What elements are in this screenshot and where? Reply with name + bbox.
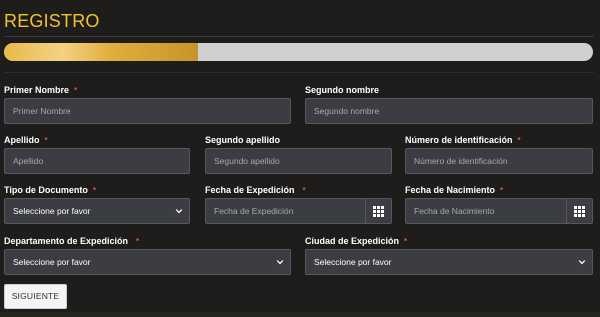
fecha-expedicion-calendar-button[interactable] [365,199,391,223]
required-marker: * [136,237,140,246]
fecha-nacimiento-calendar-button[interactable] [566,199,592,223]
bottom-edge [0,312,600,317]
label-numero-identificacion: Número de identificación * [405,135,521,145]
required-marker: * [92,186,96,195]
progress-fill [4,43,199,61]
section-divider [4,72,594,73]
progress-bar [4,43,593,61]
siguiente-button[interactable]: SIGUIENTE [4,284,67,309]
ciudad-expedicion-select[interactable]: Seleccione por favor [305,249,593,275]
calendar-icon [373,205,384,217]
chevron-down-icon [175,209,183,214]
label-segundo-apellido: Segundo apellido [205,135,281,145]
label-fecha-expedicion: Fecha de Expedición * [205,185,306,195]
field-numero-identificacion: Número de identificación * Número de iden… [405,134,593,174]
segundo-apellido-input[interactable]: Segundo apellido [205,148,392,174]
required-marker: * [517,136,521,145]
label-departamento-expedicion: Departamento de Expedición * [4,236,140,246]
label-tipo-documento: Tipo de Documento * [4,185,96,195]
tipo-documento-select[interactable]: Seleccione por favor [4,198,190,224]
chevron-down-icon [578,260,586,265]
required-marker: * [44,136,48,145]
label-segundo-nombre: Segundo nombre [305,85,379,95]
apellido-input[interactable]: Apellido [4,148,190,174]
label-fecha-nacimiento: Fecha de Nacimiento * [405,185,504,195]
required-marker: * [404,237,408,246]
required-marker: * [500,186,504,195]
departamento-expedicion-select[interactable]: Seleccione por favor [4,249,291,275]
label-apellido: Apellido * [4,135,48,145]
field-primer-nombre: Primer Nombre * Primer Nombre [4,84,291,124]
field-segundo-nombre: Segundo nombre Segundo nombre [305,84,593,124]
field-tipo-documento: Tipo de Documento * Seleccione por favor [4,184,190,224]
field-fecha-expedicion: Fecha de Expedición * Fecha de Expedición [205,184,392,224]
field-fecha-nacimiento: Fecha de Nacimiento * Fecha de Nacimiento [405,184,593,224]
segundo-nombre-input[interactable]: Segundo nombre [305,98,593,124]
label-ciudad-expedicion: Ciudad de Expedición * [305,236,408,246]
fecha-expedicion-input[interactable]: Fecha de Expedición [205,198,392,224]
required-marker: * [74,86,78,95]
calendar-icon [574,205,585,217]
field-segundo-apellido: Segundo apellido Segundo apellido [205,134,392,174]
numero-identificacion-input[interactable]: Número de identificación [405,148,593,174]
form-header: REGISTRO [4,10,594,37]
field-departamento-expedicion: Departamento de Expedición * Seleccione p… [4,235,291,275]
page-title: REGISTRO [4,11,100,31]
fecha-nacimiento-input[interactable]: Fecha de Nacimiento [405,198,593,224]
required-marker: * [302,186,306,195]
primer-nombre-input[interactable]: Primer Nombre [4,98,291,124]
header-divider [4,36,594,37]
chevron-down-icon [276,260,284,265]
label-primer-nombre: Primer Nombre * [4,85,78,95]
field-apellido: Apellido * Apellido [4,134,190,174]
field-ciudad-expedicion: Ciudad de Expedición * Seleccione por fav… [305,235,593,275]
